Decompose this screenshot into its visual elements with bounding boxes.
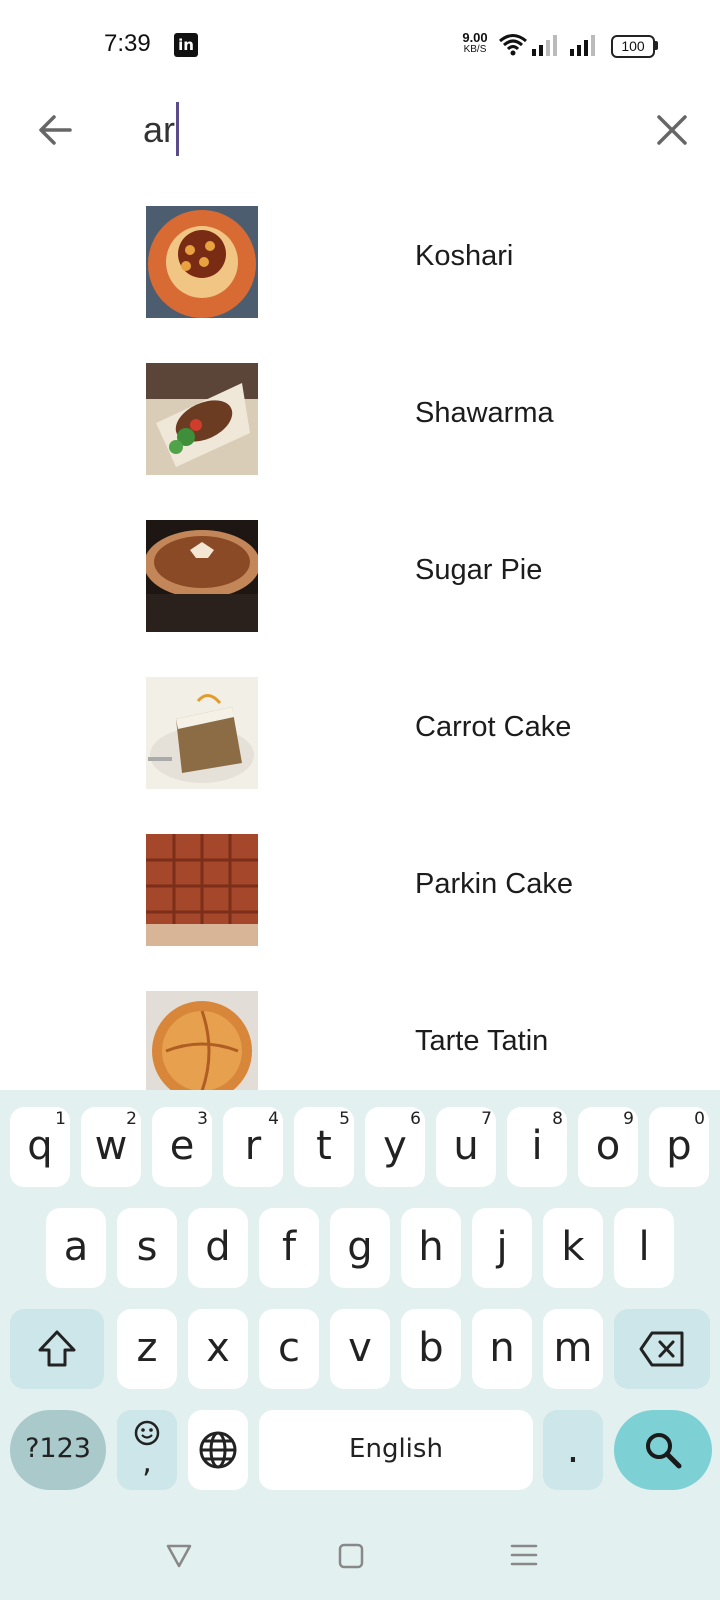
language-key[interactable] [188, 1410, 248, 1490]
key-letter: i [531, 1123, 543, 1169]
key-b[interactable]: b [401, 1309, 461, 1389]
recipe-name: Carrot Cake [415, 711, 572, 743]
key-hint: 9 [623, 1109, 634, 1129]
key-j[interactable]: j [472, 1208, 532, 1288]
space-key[interactable]: English [259, 1410, 533, 1490]
key-f[interactable]: f [259, 1208, 319, 1288]
key-hint: 2 [126, 1109, 137, 1129]
key-l[interactable]: l [614, 1208, 674, 1288]
key-p[interactable]: p0 [649, 1107, 709, 1187]
key-hint: 0 [694, 1109, 705, 1129]
battery-tip [655, 41, 658, 50]
signal-icon [570, 35, 595, 56]
food-thumbnail [146, 834, 258, 946]
status-bar: 7:39 in 9.00 KB/S 100 [0, 0, 720, 90]
home-square-icon[interactable] [337, 1540, 365, 1570]
key-letter: q [27, 1123, 53, 1169]
soft-keyboard: q1 w2 e3 r4 t5 y6 u7 i8 o9 p0 a s d f g … [0, 1090, 720, 1600]
battery-icon: 100 [611, 35, 655, 58]
key-hint: 4 [268, 1109, 279, 1129]
globe-icon [199, 1431, 237, 1469]
food-thumbnail [146, 363, 258, 475]
symbols-key[interactable]: ?123 [10, 1410, 106, 1490]
network-speed-value: 9.00 [462, 30, 488, 45]
food-thumbnail [146, 991, 258, 1090]
network-speed: 9.00 KB/S [458, 30, 492, 56]
key-e[interactable]: e3 [152, 1107, 212, 1187]
recipe-name: Shawarma [415, 397, 554, 429]
recipe-name: Tarte Tatin [415, 1025, 549, 1057]
key-letter: o [595, 1123, 621, 1169]
key-r[interactable]: r4 [223, 1107, 283, 1187]
recipe-name: Parkin Cake [415, 868, 573, 900]
key-c[interactable]: c [259, 1309, 319, 1389]
list-item[interactable]: Parkin Cake [0, 808, 720, 965]
key-d[interactable]: d [188, 1208, 248, 1288]
key-u[interactable]: u7 [436, 1107, 496, 1187]
list-item[interactable]: Carrot Cake [0, 651, 720, 808]
backspace-icon [639, 1331, 684, 1367]
key-letter: w [94, 1123, 128, 1169]
recents-menu-icon[interactable] [509, 1540, 539, 1570]
food-thumbnail [146, 677, 258, 789]
key-letter: e [169, 1123, 195, 1169]
recipe-name: Sugar Pie [415, 554, 543, 586]
key-i[interactable]: i8 [507, 1107, 567, 1187]
key-m[interactable]: m [543, 1309, 603, 1389]
list-item[interactable]: Tarte Tatin [0, 965, 720, 1090]
recipe-name: Koshari [415, 240, 514, 272]
wifi-icon [499, 34, 527, 56]
status-time: 7:39 [104, 30, 151, 57]
arrow-left-icon[interactable] [30, 104, 82, 156]
key-z[interactable]: z [117, 1309, 177, 1389]
key-k[interactable]: k [543, 1208, 603, 1288]
signal-icon [532, 35, 557, 56]
text-caret [176, 102, 180, 157]
key-n[interactable]: n [472, 1309, 532, 1389]
period-key[interactable]: . [543, 1410, 603, 1490]
comma-label: , [142, 1445, 152, 1480]
key-letter: y [383, 1123, 407, 1169]
key-o[interactable]: o9 [578, 1107, 638, 1187]
key-hint: 8 [552, 1109, 563, 1129]
key-a[interactable]: a [46, 1208, 106, 1288]
key-hint: 5 [339, 1109, 350, 1129]
search-query-text: ar [143, 109, 176, 150]
key-letter: u [453, 1123, 479, 1169]
key-q[interactable]: q1 [10, 1107, 70, 1187]
close-icon[interactable] [646, 104, 698, 156]
key-hint: 1 [55, 1109, 66, 1129]
key-s[interactable]: s [117, 1208, 177, 1288]
key-h[interactable]: h [401, 1208, 461, 1288]
key-hint: 6 [410, 1109, 421, 1129]
shift-key[interactable] [10, 1309, 104, 1389]
shift-icon [38, 1330, 76, 1367]
list-item[interactable]: Sugar Pie [0, 494, 720, 651]
key-x[interactable]: x [188, 1309, 248, 1389]
network-speed-unit: KB/S [463, 44, 487, 55]
linkedin-notification-icon: in [174, 33, 198, 57]
food-thumbnail [146, 520, 258, 632]
key-g[interactable]: g [330, 1208, 390, 1288]
key-y[interactable]: y6 [365, 1107, 425, 1187]
search-icon [646, 1433, 682, 1469]
backspace-key[interactable] [614, 1309, 710, 1389]
key-v[interactable]: v [330, 1309, 390, 1389]
search-key[interactable] [614, 1410, 712, 1490]
food-thumbnail [146, 206, 258, 318]
key-letter: p [666, 1123, 692, 1169]
key-t[interactable]: t5 [294, 1107, 354, 1187]
key-letter: t [316, 1123, 332, 1169]
list-item[interactable]: Koshari [0, 180, 720, 337]
key-hint: 7 [481, 1109, 492, 1129]
key-w[interactable]: w2 [81, 1107, 141, 1187]
key-letter: r [244, 1123, 262, 1169]
list-item[interactable]: Shawarma [0, 337, 720, 494]
key-hint: 3 [197, 1109, 208, 1129]
results-list: Koshari Shawarma Sugar Pie Carrot Cake P… [0, 180, 720, 1090]
back-triangle-icon[interactable] [164, 1540, 194, 1570]
emoji-key[interactable]: , [117, 1410, 177, 1490]
search-input[interactable]: ar [143, 102, 180, 157]
